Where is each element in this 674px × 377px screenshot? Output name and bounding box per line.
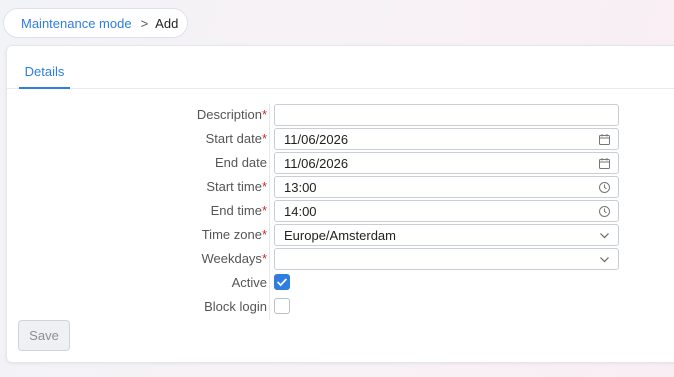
time-zone-select[interactable]: Europe/Amsterdam bbox=[274, 224, 619, 246]
description-input[interactable] bbox=[274, 104, 619, 126]
start-time-label: Start time* bbox=[206, 179, 267, 194]
end-date-row: End date 11/06/2026 bbox=[7, 152, 674, 174]
end-date-value: 11/06/2026 bbox=[284, 156, 349, 171]
end-time-value: 14:00 bbox=[284, 204, 317, 219]
description-row: Description* bbox=[7, 104, 674, 126]
start-time-value: 13:00 bbox=[284, 180, 317, 195]
weekdays-label: Weekdays* bbox=[201, 251, 267, 266]
weekdays-row: Weekdays* bbox=[7, 248, 674, 270]
time-zone-row: Time zone* Europe/Amsterdam bbox=[7, 224, 674, 246]
form-card: Details Description* Start date* 11/06/2… bbox=[6, 45, 674, 363]
end-time-input[interactable]: 14:00 bbox=[274, 200, 619, 222]
active-label: Active bbox=[231, 275, 267, 290]
breadcrumb-current: Add bbox=[155, 15, 179, 31]
time-zone-label: Time zone* bbox=[201, 227, 267, 242]
block-login-label: Block login bbox=[204, 299, 267, 314]
end-time-row: End time* 14:00 bbox=[7, 200, 674, 222]
active-row: Active bbox=[7, 272, 674, 294]
block-login-row: Block login bbox=[7, 296, 674, 318]
time-zone-value: Europe/Amsterdam bbox=[284, 228, 396, 243]
start-date-value: 11/06/2026 bbox=[284, 132, 349, 147]
chevron-down-icon bbox=[600, 257, 609, 263]
calendar-icon[interactable] bbox=[598, 133, 611, 146]
weekdays-select[interactable] bbox=[274, 248, 619, 270]
end-date-label: End date bbox=[214, 155, 267, 170]
breadcrumb-separator: > bbox=[140, 15, 149, 31]
checkmark-icon bbox=[277, 278, 288, 287]
start-date-row: Start date* 11/06/2026 bbox=[7, 128, 674, 150]
active-checkbox[interactable] bbox=[274, 274, 290, 290]
start-date-input[interactable]: 11/06/2026 bbox=[274, 128, 619, 150]
breadcrumb-link-maintenance-mode[interactable]: Maintenance mode bbox=[21, 16, 132, 31]
start-time-row: Start time* 13:00 bbox=[7, 176, 674, 198]
start-time-input[interactable]: 13:00 bbox=[274, 176, 619, 198]
calendar-icon[interactable] bbox=[598, 157, 611, 170]
end-time-label: End time* bbox=[210, 203, 267, 218]
tab-details[interactable]: Details bbox=[19, 58, 70, 89]
clock-icon[interactable] bbox=[598, 205, 611, 218]
chevron-down-icon bbox=[600, 233, 609, 239]
description-label: Description* bbox=[196, 107, 267, 122]
end-date-input[interactable]: 11/06/2026 bbox=[274, 152, 619, 174]
clock-icon[interactable] bbox=[598, 181, 611, 194]
breadcrumb: Maintenance mode > Add bbox=[3, 8, 188, 38]
start-date-label: Start date* bbox=[205, 131, 267, 146]
block-login-checkbox[interactable] bbox=[274, 298, 290, 314]
save-button[interactable]: Save bbox=[18, 320, 70, 351]
tab-bar: Details bbox=[7, 46, 674, 89]
